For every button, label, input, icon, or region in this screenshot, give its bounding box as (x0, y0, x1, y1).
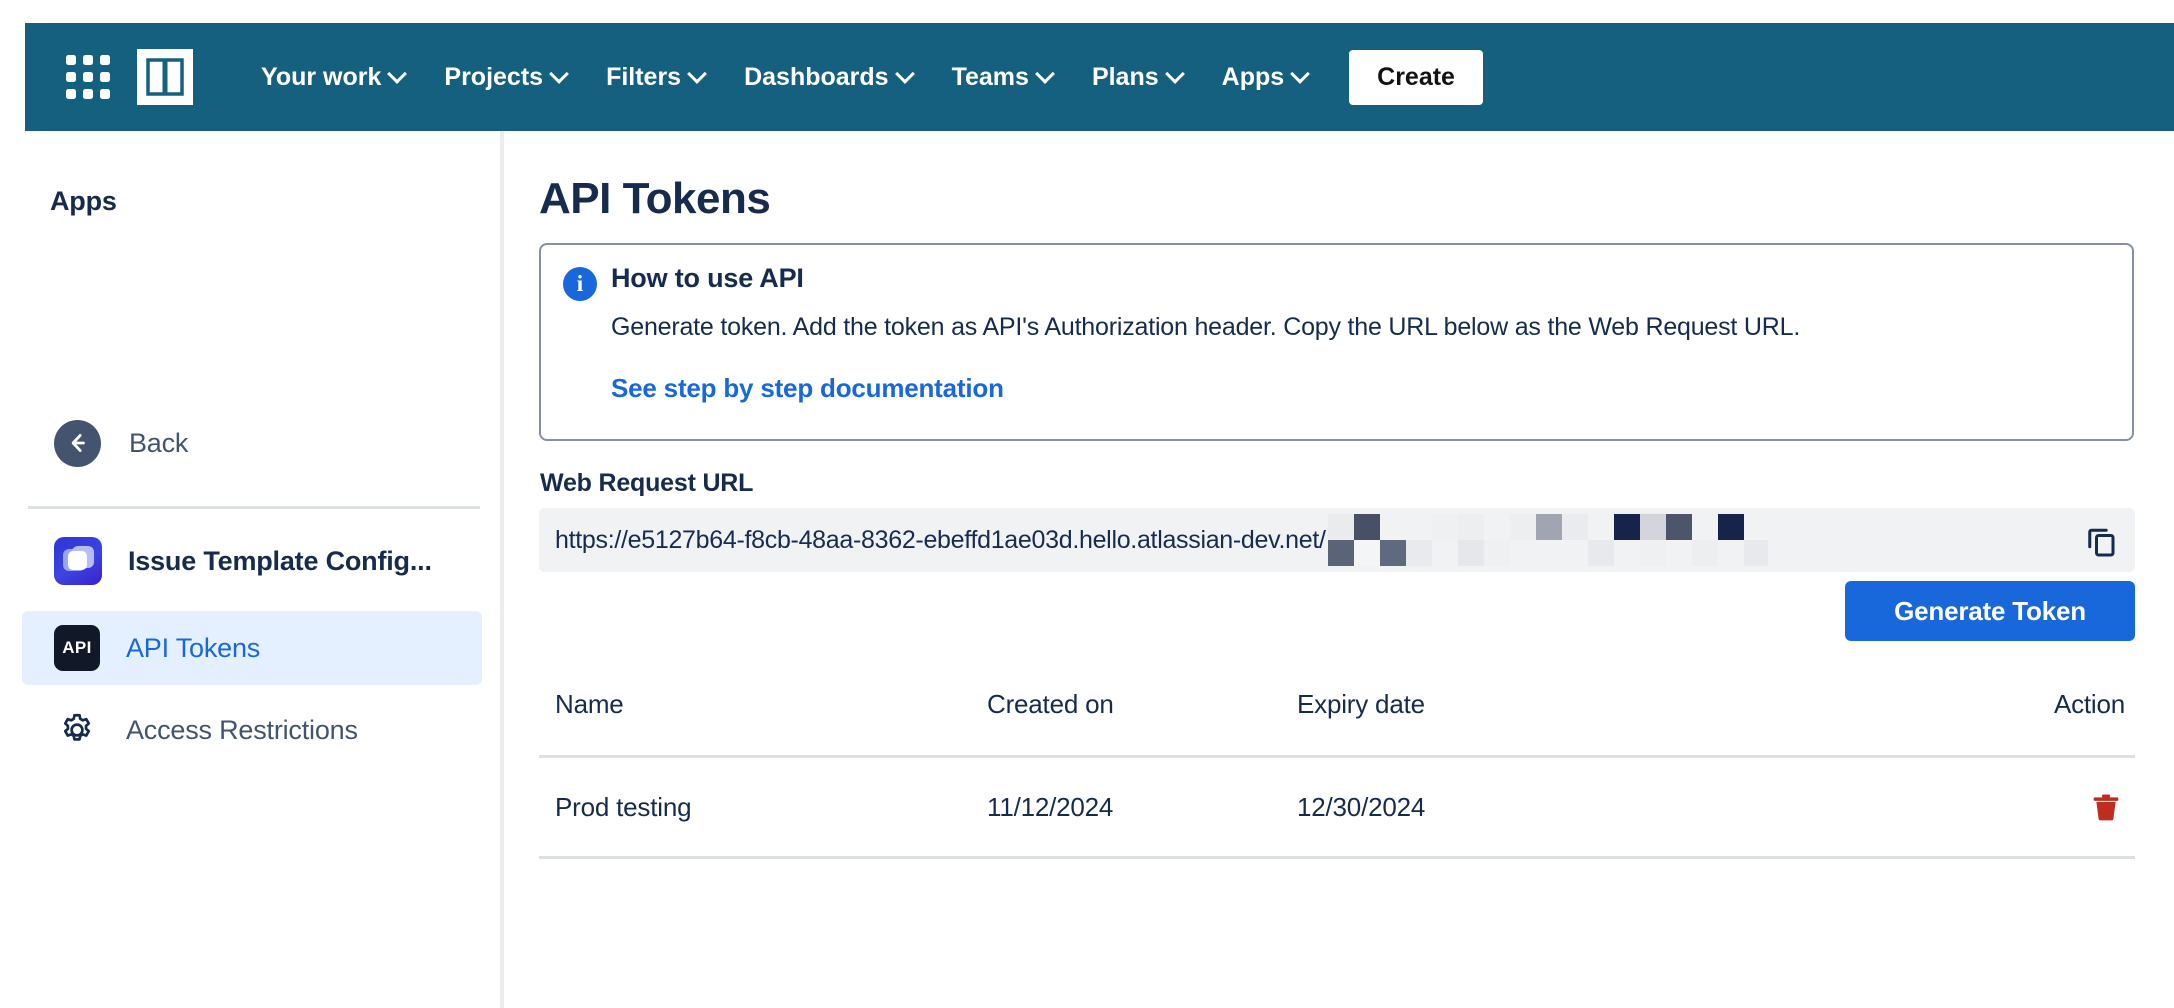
trash-delete-icon (2089, 789, 2123, 825)
sidebar-item-label: Back (129, 428, 188, 459)
nav-label: Apps (1222, 63, 1285, 92)
info-panel-title: How to use API (611, 263, 804, 294)
nav-item-apps[interactable]: Apps (1202, 53, 1328, 102)
grid-apps-icon[interactable] (65, 54, 111, 100)
cell-token-name: Prod testing (539, 792, 987, 823)
app-window: Your work Projects Filters Dashboards Te… (0, 0, 2174, 1008)
cell-expiry-date: 12/30/2024 (1297, 792, 1857, 823)
page-title: API Tokens (539, 174, 770, 224)
arrow-left-glyph (65, 430, 91, 456)
sidebar-item-label: Access Restrictions (126, 715, 358, 746)
sidebar-item-issue-template-config[interactable]: Issue Template Config... (22, 524, 482, 598)
gear-glyph (58, 711, 96, 749)
nav-label: Your work (261, 63, 381, 92)
column-header-created: Created on (987, 689, 1297, 720)
copy-icon[interactable] (2081, 520, 2121, 560)
documentation-link[interactable]: See step by step documentation (611, 373, 1004, 404)
nav-item-teams[interactable]: Teams (932, 53, 1072, 102)
api-tokens-table: Name Created on Expiry date Action Prod … (539, 679, 2135, 859)
column-header-action: Action (1857, 689, 2135, 720)
info-icon: i (563, 267, 597, 301)
nav-label: Filters (606, 63, 681, 92)
cell-created-on: 11/12/2024 (987, 792, 1297, 823)
sidebar-divider (28, 506, 480, 509)
sidebar-item-api-tokens[interactable]: API API Tokens (22, 611, 482, 685)
chevron-down-icon (1038, 67, 1052, 81)
nav-label: Projects (444, 63, 543, 92)
sidebar-item-back[interactable]: Back (22, 406, 482, 480)
sidebar: Apps Back Issue Template Config... API A… (0, 131, 503, 1008)
copy-glyph (2083, 522, 2119, 558)
chevron-down-icon (390, 67, 404, 81)
chevron-down-icon (898, 67, 912, 81)
sidebar-item-label: Issue Template Config... (128, 546, 432, 577)
table-header-row: Name Created on Expiry date Action (539, 679, 2135, 755)
jira-n-logo[interactable] (137, 49, 193, 105)
nav-item-projects[interactable]: Projects (424, 53, 586, 102)
generate-token-button[interactable]: Generate Token (1845, 581, 2135, 641)
nav-items: Your work Projects Filters Dashboards Te… (241, 50, 1483, 105)
main-content: API Tokens i How to use API Generate tok… (504, 131, 2174, 1008)
info-panel-body: Generate token. Add the token as API's A… (611, 313, 2111, 342)
nav-label: Dashboards (744, 63, 888, 92)
sidebar-item-access-restrictions[interactable]: Access Restrictions (22, 693, 482, 767)
column-header-expiry: Expiry date (1297, 689, 1857, 720)
nav-item-filters[interactable]: Filters (586, 53, 724, 102)
chevron-down-icon (690, 67, 704, 81)
sidebar-item-label: API Tokens (126, 633, 260, 664)
column-header-name: Name (539, 689, 987, 720)
chevron-down-icon (552, 67, 566, 81)
delete-token-button[interactable] (1857, 789, 2135, 825)
web-request-url-label: Web Request URL (540, 469, 753, 498)
jira-n-logo-glyph (145, 57, 185, 97)
api-badge-icon: API (54, 625, 100, 671)
nav-label: Teams (952, 63, 1029, 92)
create-button[interactable]: Create (1349, 50, 1483, 105)
nav-item-your-work[interactable]: Your work (241, 53, 424, 102)
redacted-url-suffix (1328, 514, 1768, 566)
sidebar-heading: Apps (50, 186, 117, 217)
gear-icon (54, 707, 100, 753)
chevron-down-icon (1293, 67, 1307, 81)
top-navigation-bar: Your work Projects Filters Dashboards Te… (25, 23, 2174, 131)
nav-item-plans[interactable]: Plans (1072, 53, 1202, 102)
nav-item-dashboards[interactable]: Dashboards (724, 53, 931, 102)
web-request-url-field[interactable]: https://e5127b64-f8cb-48aa-8362-ebeffd1a… (539, 508, 2135, 572)
table-divider-bottom (539, 856, 2135, 859)
how-to-use-api-panel: i How to use API Generate token. Add the… (539, 243, 2134, 441)
table-row: Prod testing 11/12/2024 12/30/2024 (539, 758, 2135, 856)
issue-template-app-icon (54, 537, 102, 585)
arrow-left-icon (54, 420, 101, 467)
chevron-down-icon (1168, 67, 1182, 81)
nav-label: Plans (1092, 63, 1159, 92)
web-request-url-value: https://e5127b64-f8cb-48aa-8362-ebeffd1a… (555, 526, 1326, 555)
